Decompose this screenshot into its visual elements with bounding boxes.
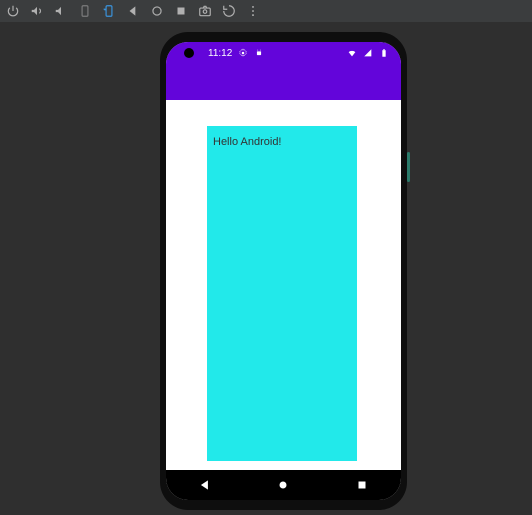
app-body: Hello Android! bbox=[166, 100, 401, 470]
more-icon[interactable] bbox=[246, 4, 260, 18]
phone-screen: 11:12 Hello Android! bbox=[166, 42, 401, 500]
phone-side-button bbox=[407, 152, 410, 182]
phone-frame: 11:12 Hello Android! bbox=[160, 32, 407, 510]
status-right bbox=[347, 48, 389, 58]
status-left: 11:12 bbox=[208, 48, 264, 59]
phone-device: 11:12 Hello Android! bbox=[160, 32, 407, 510]
rotate-right-icon[interactable] bbox=[102, 4, 116, 18]
emulator-toolbar bbox=[0, 0, 532, 22]
power-icon[interactable] bbox=[6, 4, 20, 18]
camera-icon[interactable] bbox=[198, 4, 212, 18]
nav-home-button[interactable] bbox=[275, 477, 291, 493]
rotate-left-icon[interactable] bbox=[78, 4, 92, 18]
status-time: 11:12 bbox=[208, 48, 232, 59]
nav-recent-button[interactable] bbox=[354, 477, 370, 493]
android-nav-bar bbox=[166, 470, 401, 500]
overview-icon[interactable] bbox=[174, 4, 188, 18]
wifi-icon bbox=[347, 48, 357, 58]
nav-back-button[interactable] bbox=[197, 477, 213, 493]
android-icon bbox=[254, 48, 264, 58]
app-header: 11:12 bbox=[166, 42, 401, 100]
content-box: Hello Android! bbox=[207, 126, 357, 461]
record-icon[interactable] bbox=[222, 4, 236, 18]
signal-icon bbox=[363, 48, 373, 58]
volume-up-icon[interactable] bbox=[30, 4, 44, 18]
home-icon[interactable] bbox=[150, 4, 164, 18]
status-bar: 11:12 bbox=[166, 42, 401, 64]
battery-icon bbox=[379, 48, 389, 58]
app-action-bar bbox=[166, 64, 401, 100]
front-camera-hole bbox=[184, 48, 194, 58]
settings-gear-icon bbox=[238, 48, 248, 58]
volume-down-icon[interactable] bbox=[54, 4, 68, 18]
hello-text: Hello Android! bbox=[213, 136, 282, 148]
back-icon[interactable] bbox=[126, 4, 140, 18]
